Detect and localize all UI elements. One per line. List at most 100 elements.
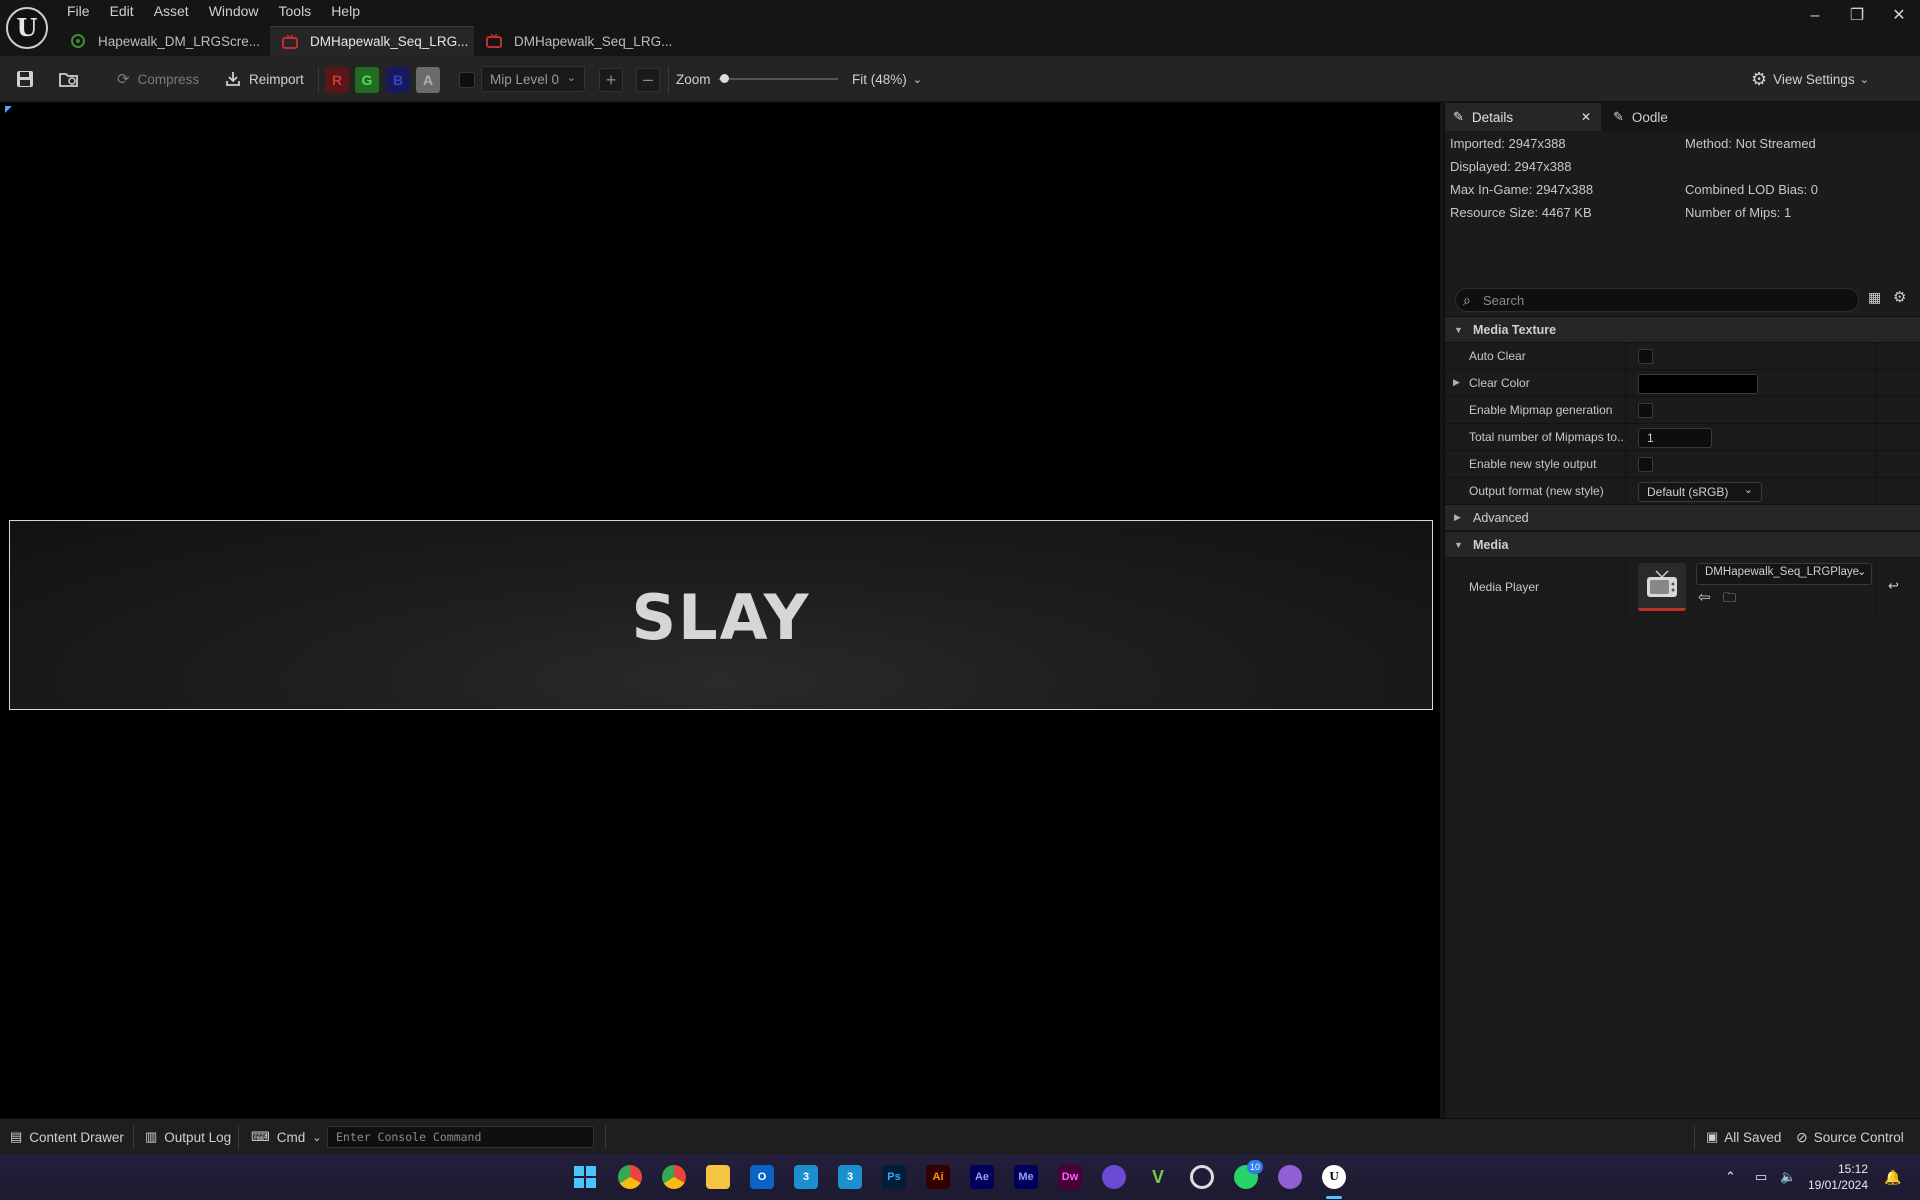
file-explorer-icon[interactable] — [706, 1165, 730, 1189]
content-drawer-icon: ▤ — [10, 1129, 23, 1144]
volume-icon[interactable]: 🔈 — [1780, 1154, 1796, 1200]
media-encoder-icon[interactable]: Me — [1014, 1165, 1038, 1189]
category-advanced[interactable]: ▶ Advanced — [1445, 504, 1920, 530]
mip-increase-button[interactable]: + — [599, 68, 623, 92]
github-icon[interactable] — [1278, 1165, 1302, 1189]
property-new-style-output: Enable new style output — [1445, 450, 1920, 477]
zoom-slider[interactable] — [718, 56, 838, 102]
tab-media-texture[interactable]: DMHapewalk_Seq_LRG... ✕ — [270, 26, 493, 56]
tab-screen-blueprint[interactable]: Hapewalk_DM_LRGScre... — [58, 26, 270, 56]
clock-time: 15:12 — [1837, 1162, 1868, 1176]
property-total-mipmaps: Total number of Mipmaps to... 1 — [1445, 423, 1920, 450]
tab-oodle[interactable]: ✎ Oodle — [1609, 103, 1668, 131]
texture-text: SLAY — [631, 581, 811, 654]
after-effects-icon[interactable]: Ae — [970, 1165, 994, 1189]
mip-checkbox[interactable] — [459, 72, 475, 88]
chevron-down-icon: ⌄ — [1857, 566, 1867, 578]
restore-icon[interactable]: ❐ — [1836, 0, 1878, 34]
output-format-dropdown[interactable]: Default (sRGB) ⌄ — [1638, 482, 1762, 502]
menu-help[interactable]: Help — [322, 0, 371, 22]
whatsapp-badge: 10 — [1247, 1160, 1263, 1174]
save-icon[interactable] — [15, 56, 35, 102]
reimport-button[interactable]: Reimport — [225, 56, 304, 102]
zoom-slider-thumb[interactable] — [720, 74, 729, 83]
source-control-button[interactable]: ⊘ Source Control — [1796, 1119, 1904, 1155]
viewport-canvas[interactable]: SLAY — [7, 106, 1433, 1116]
tab-details[interactable]: ✎ Details ✕ — [1445, 103, 1601, 131]
new-style-output-checkbox[interactable] — [1638, 457, 1653, 472]
menu-tools[interactable]: Tools — [270, 0, 323, 22]
red-channel-toggle[interactable]: R — [325, 67, 349, 93]
mip-level-dropdown[interactable]: Mip Level 0 ⌄ — [481, 66, 585, 92]
minimize-icon[interactable]: – — [1794, 0, 1836, 34]
tab-media-texture-2[interactable]: DMHapewalk_Seq_LRG... — [474, 26, 672, 56]
view-settings-button[interactable]: ⚙ View Settings ⌄ — [1751, 56, 1869, 102]
tray-overflow-icon[interactable]: ⌃ — [1725, 1154, 1736, 1200]
table-view-icon[interactable]: ▦ — [1868, 289, 1881, 306]
close-window-icon[interactable]: ✕ — [1878, 0, 1920, 34]
gear-icon: ⚙ — [1751, 68, 1768, 89]
combined-lod-bias: Combined LOD Bias: 0 — [1685, 182, 1818, 197]
close-icon[interactable]: ✕ — [1581, 110, 1591, 124]
cmd-dropdown[interactable]: ⌨ Cmd ⌄ — [251, 1119, 322, 1155]
log-icon: ▥ — [145, 1129, 158, 1144]
3ds-max-icon-2[interactable]: 3 — [838, 1165, 862, 1189]
media-player-asset-dropdown[interactable]: DMHapewalk_Seq_LRGPlaye — [1696, 563, 1872, 585]
windows-start-icon[interactable] — [573, 1165, 597, 1189]
details-search-input[interactable]: ⌕ Search — [1455, 288, 1859, 312]
app-icon-purple[interactable] — [1102, 1165, 1126, 1189]
chevron-down-icon: ⌄ — [312, 1131, 322, 1144]
zoom-label: Zoom — [676, 71, 711, 87]
all-saved-button[interactable]: ▣ All Saved — [1706, 1119, 1781, 1155]
use-selected-icon[interactable]: ⇦ — [1698, 588, 1711, 606]
console-command-input[interactable]: Enter Console Command — [327, 1126, 594, 1148]
photoshop-icon[interactable]: Ps — [882, 1165, 906, 1189]
zoom-fit-dropdown[interactable]: Fit (48%) ⌄ — [852, 56, 922, 102]
output-log-button[interactable]: ▥ Output Log — [145, 1119, 231, 1155]
unreal-engine-taskbar-icon[interactable]: U — [1322, 1165, 1346, 1189]
menu-edit[interactable]: Edit — [101, 0, 145, 22]
clock-date: 19/01/2024 — [1807, 1178, 1868, 1192]
texture-viewport[interactable]: SLAY — [0, 103, 1440, 1118]
media-player-thumbnail[interactable] — [1638, 563, 1686, 611]
menu-window[interactable]: Window — [200, 0, 270, 22]
menu-asset[interactable]: Asset — [145, 0, 200, 22]
blue-channel-toggle[interactable]: B — [386, 67, 410, 93]
illustrator-icon[interactable]: Ai — [926, 1165, 950, 1189]
network-icon[interactable]: ▭ — [1755, 1154, 1767, 1200]
category-media[interactable]: ▼ Media — [1445, 531, 1920, 557]
auto-clear-checkbox[interactable] — [1638, 349, 1653, 364]
unreal-logo-icon[interactable]: U — [6, 7, 48, 49]
reset-arrow-icon[interactable]: ↩ — [1888, 578, 1899, 594]
app-icon-v[interactable]: V — [1146, 1165, 1170, 1189]
alpha-channel-toggle[interactable]: A — [416, 67, 440, 93]
green-channel-toggle[interactable]: G — [355, 67, 379, 93]
menu-file[interactable]: File — [58, 0, 101, 22]
enable-mipmap-checkbox[interactable] — [1638, 403, 1653, 418]
clock[interactable]: 15:12 19/01/2024 — [1808, 1154, 1868, 1200]
texture-preview: SLAY — [9, 520, 1433, 710]
chevron-down-icon: ⌄ — [1859, 73, 1869, 86]
mip-decrease-button[interactable]: – — [636, 68, 660, 92]
status-bar: ▤ Content Drawer ▥ Output Log ⌨ Cmd ⌄ En… — [0, 1118, 1920, 1154]
settings-gear-icon[interactable]: ⚙ — [1893, 288, 1906, 306]
category-media-texture[interactable]: ▼ Media Texture — [1445, 316, 1920, 342]
expand-arrow-icon: ▶ — [1454, 512, 1461, 522]
property-output-format: Output format (new style) Default (sRGB)… — [1445, 477, 1920, 504]
content-drawer-button[interactable]: ▤ Content Drawer — [10, 1119, 124, 1155]
app-icon-ring[interactable] — [1190, 1165, 1214, 1189]
expand-arrow-icon[interactable]: ▶ — [1453, 377, 1460, 388]
notification-bell-icon[interactable]: 🔔 — [1884, 1154, 1901, 1200]
chrome-icon[interactable] — [662, 1165, 686, 1189]
browse-asset-icon[interactable] — [58, 56, 80, 102]
pencil-icon: ✎ — [1613, 109, 1624, 124]
clear-color-swatch[interactable] — [1638, 374, 1758, 394]
total-mipmaps-input[interactable]: 1 — [1638, 428, 1712, 448]
dreamweaver-icon[interactable]: Dw — [1058, 1165, 1082, 1189]
compress-button[interactable]: ⟳ Compress — [117, 56, 199, 102]
chrome-beta-icon[interactable] — [618, 1165, 642, 1189]
browse-folder-icon[interactable]: 🗀 — [1723, 589, 1736, 611]
3ds-max-icon[interactable]: 3 — [794, 1165, 818, 1189]
toolbar-divider — [318, 66, 319, 94]
outlook-icon[interactable]: O — [750, 1165, 774, 1189]
